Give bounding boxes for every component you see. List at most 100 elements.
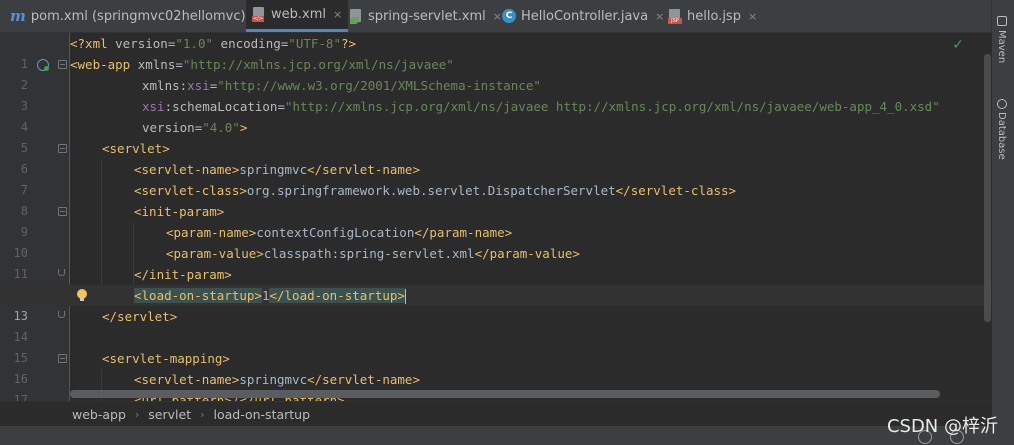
xml-declaration-open: <?xml bbox=[70, 36, 116, 51]
tag-open: <servlet-name> bbox=[134, 372, 240, 387]
code-line-9: 9 <init-param> bbox=[0, 201, 992, 239]
code-line-8: 8 <servlet-class>org.springframework.web… bbox=[0, 180, 992, 218]
code-line-12: 12 </init-param> bbox=[0, 264, 992, 302]
tag-close: > bbox=[239, 120, 248, 135]
tab-label: web.xml bbox=[271, 7, 326, 22]
code-line-14: 14 </servlet> bbox=[0, 306, 992, 344]
breadcrumb-servlet[interactable]: servlet bbox=[148, 407, 191, 422]
code-line-13-current: 13 <load-on-startup>1</load-on-startup> bbox=[0, 285, 992, 323]
maven-m-icon: m bbox=[10, 7, 26, 25]
tag-open: <servlet-class> bbox=[134, 183, 247, 198]
editor-tab-bar: m pom.xml (springmvc02hellomvc) × </> we… bbox=[0, 0, 992, 33]
code-line-2: 2 <web-app xmlns="http://xmlns.jcp.org/x… bbox=[0, 54, 992, 92]
lightbulb-intention-icon[interactable] bbox=[77, 289, 87, 301]
web-descriptor-gutter-icon[interactable] bbox=[37, 59, 49, 71]
xml-declaration-close: ?> bbox=[340, 36, 357, 51]
tag-text: springmvc bbox=[239, 162, 308, 177]
attr-name: :schemaLocation bbox=[164, 99, 278, 114]
tag-close: </param-name> bbox=[414, 225, 513, 240]
maven-tool-button[interactable]: Maven bbox=[996, 30, 1007, 63]
attr-name: version bbox=[142, 120, 195, 135]
namespace-prefix: xsi bbox=[142, 99, 165, 114]
attr-value: "http://xmlns.jcp.org/xml/ns/javaee http… bbox=[285, 99, 940, 114]
code-line-17: 17 <servlet-name>springmvc</servlet-name… bbox=[0, 369, 992, 401]
init-param-open-tag: <init-param> bbox=[134, 204, 225, 219]
servlet-mapping-open-tag: <servlet-mapping> bbox=[102, 351, 230, 366]
code-line-6: 6 <servlet> bbox=[0, 138, 992, 176]
xml-file-icon: </> bbox=[252, 7, 266, 22]
database-icon bbox=[997, 99, 1007, 109]
init-param-close-tag: </init-param> bbox=[134, 267, 232, 282]
tag-close: </servlet-name> bbox=[307, 372, 420, 387]
attr-value: "4.0" bbox=[202, 120, 240, 135]
breadcrumb-load-on-startup[interactable]: load-on-startup bbox=[214, 407, 311, 422]
tag-open: <param-name> bbox=[166, 225, 257, 240]
breadcrumb: web-app › servlet › load-on-startup bbox=[0, 401, 992, 426]
code-line-7: 7 <servlet-name>springmvc</servlet-name> bbox=[0, 159, 992, 197]
namespace-prefix: xsi bbox=[187, 78, 210, 93]
tag-open-highlighted: <load-on-startup> bbox=[134, 288, 262, 303]
code-line-11: 11 <param-value>classpath:spring-servlet… bbox=[0, 243, 992, 281]
code-line-15: 15 bbox=[0, 327, 992, 365]
fold-end-icon[interactable] bbox=[58, 311, 65, 318]
tab-label: HelloController.java bbox=[521, 8, 649, 24]
close-icon[interactable]: × bbox=[748, 10, 757, 23]
code-line-16: 16 <servlet-mapping> bbox=[0, 348, 992, 386]
tab-pom-xml[interactable]: m pom.xml (springmvc02hellomvc) × bbox=[10, 0, 262, 32]
attr-name: encoding bbox=[220, 36, 281, 51]
tag-open: <servlet-name> bbox=[134, 162, 240, 177]
tab-hello-controller-java[interactable]: C HelloController.java × bbox=[502, 0, 664, 32]
attr-value: "http://xmlns.jcp.org/xml/ns/javaee" bbox=[182, 57, 454, 72]
breadcrumb-web-app[interactable]: web-app bbox=[72, 407, 126, 422]
tab-label: pom.xml (springmvc02hellomvc) bbox=[30, 8, 246, 24]
jsp-file-icon: JSP bbox=[668, 8, 682, 24]
code-line-5: 5 version="4.0"> bbox=[0, 117, 992, 155]
right-tool-window-strip: Maven Database bbox=[991, 0, 1014, 445]
close-icon[interactable]: × bbox=[493, 10, 502, 23]
close-icon[interactable]: × bbox=[333, 8, 342, 21]
servlet-close-tag: </servlet> bbox=[102, 309, 178, 324]
tab-web-xml[interactable]: </> web.xml × bbox=[246, 0, 349, 32]
fold-toggle-icon[interactable] bbox=[58, 354, 67, 363]
tab-spring-servlet-xml[interactable]: spring-servlet.xml × bbox=[349, 0, 502, 32]
tag-close-highlighted: </load-on-startup> bbox=[269, 288, 405, 303]
watermark: CSDN @梓沂 bbox=[886, 416, 998, 437]
tag-open: <param-value> bbox=[166, 246, 264, 261]
horizontal-scrollbar[interactable] bbox=[70, 390, 940, 398]
tag-text: classpath:spring-servlet.xml bbox=[263, 246, 475, 261]
tag-open: <web-app bbox=[70, 57, 138, 72]
servlet-open-tag: <servlet> bbox=[102, 141, 170, 156]
code-line-10: 10 <param-name>contextConfigLocation</pa… bbox=[0, 222, 992, 260]
code-line-4: 4 xsi:schemaLocation="http://xmlns.jcp.o… bbox=[0, 96, 992, 134]
tab-hello-jsp[interactable]: JSP hello.jsp × bbox=[668, 0, 757, 32]
fold-toggle-icon[interactable] bbox=[58, 60, 67, 69]
attr-value: "http://www.w3.org/2001/XMLSchema-instan… bbox=[217, 78, 541, 93]
fold-toggle-icon[interactable] bbox=[58, 144, 67, 153]
text-caret bbox=[404, 289, 406, 304]
vertical-scrollbar[interactable] bbox=[984, 54, 991, 322]
attr-value: "1.0" bbox=[175, 36, 214, 51]
tag-close: </param-value> bbox=[474, 246, 580, 261]
close-icon[interactable]: × bbox=[655, 10, 664, 23]
fold-toggle-icon[interactable] bbox=[58, 207, 67, 216]
fold-end-icon[interactable] bbox=[58, 269, 65, 276]
attr-name: xmlns bbox=[137, 57, 176, 72]
code-editor[interactable]: ✓ 1 <?xml version="1.0" encoding="UTF-8"… bbox=[0, 33, 992, 401]
tag-text: org.springframework.web.servlet.Dispatch… bbox=[246, 183, 616, 198]
attr-value: "UTF-8" bbox=[288, 36, 341, 51]
tag-close: </servlet-name> bbox=[307, 162, 420, 177]
tag-text: springmvc bbox=[239, 372, 308, 387]
database-tool-button[interactable]: Database bbox=[996, 112, 1007, 160]
equals: = bbox=[175, 57, 183, 72]
attr-name: xmlns: bbox=[142, 78, 188, 93]
tab-label: spring-servlet.xml bbox=[368, 8, 486, 24]
tab-label: hello.jsp bbox=[687, 8, 741, 24]
code-line-3: 3 xmlns:xsi="http://www.w3.org/2001/XMLS… bbox=[0, 75, 992, 113]
tag-text: contextConfigLocation bbox=[256, 225, 415, 240]
maven-icon bbox=[997, 16, 1007, 26]
breadcrumb-separator: › bbox=[134, 407, 140, 421]
equals: = bbox=[277, 99, 285, 114]
code-line-1: 1 <?xml version="1.0" encoding="UTF-8"?> bbox=[0, 33, 992, 71]
breadcrumb-separator: › bbox=[200, 407, 205, 421]
status-bar bbox=[0, 426, 992, 445]
